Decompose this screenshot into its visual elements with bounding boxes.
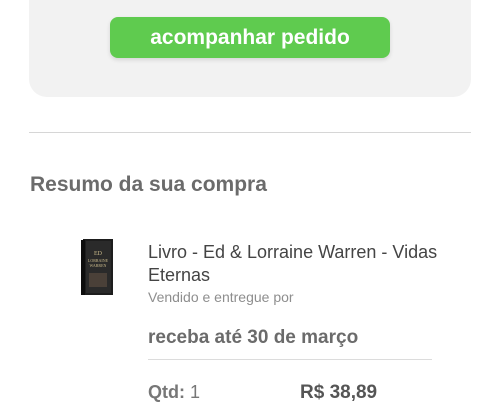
quantity-label: Qtd: (148, 382, 185, 402)
item-divider (148, 359, 432, 360)
quantity-value: 1 (190, 382, 201, 402)
delivery-estimate: receba até 30 de março (148, 327, 359, 348)
summary-title: Resumo da sua compra (30, 173, 267, 196)
seller-text: Vendido e entregue por (148, 289, 294, 305)
section-divider (29, 132, 471, 133)
track-order-button[interactable]: acompanhar pedido (110, 17, 390, 58)
book-cover-image[interactable]: ED LORRAINE WARREN (80, 237, 115, 297)
cover-text-3: WARREN (90, 263, 107, 268)
cover-text-1: ED (94, 251, 103, 257)
product-name[interactable]: Livro - Ed & Lorraine Warren - Vidas Ete… (148, 241, 448, 287)
item-price: R$ 38,89 (300, 382, 378, 403)
quantity: Qtd: 1 (148, 382, 200, 403)
